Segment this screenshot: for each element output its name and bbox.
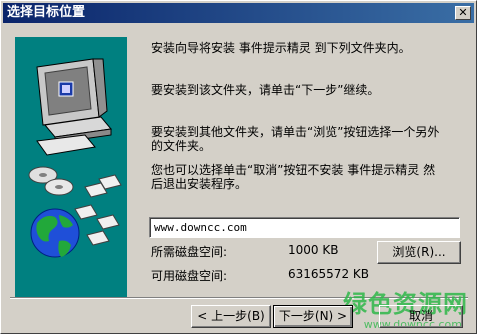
- destination-folder-input[interactable]: www.downcc.com: [149, 217, 460, 238]
- required-space-label: 所需磁盘空间:: [151, 245, 228, 259]
- cancel-text-line1: 您也可以选择单击“取消”按钮不安装 事件提示精灵 然: [151, 163, 436, 177]
- browse-button[interactable]: 浏览(R)...: [377, 241, 461, 264]
- close-icon: ✕: [458, 6, 468, 19]
- required-space-value: 1000 KB: [288, 243, 339, 257]
- cancel-button[interactable]: 取消: [379, 305, 463, 328]
- title-bar[interactable]: 选择目标位置 ✕: [3, 3, 474, 23]
- next-button[interactable]: 下一步(N) >: [273, 305, 353, 328]
- intro-text: 安装向导将安装 事件提示精灵 到下列文件夹内。: [151, 41, 411, 55]
- computer-install-icon: [28, 58, 122, 258]
- available-space-label: 可用磁盘空间:: [151, 269, 228, 283]
- setup-dialog: 选择目标位置 ✕ 安装向导将安装 事件提示精灵 到下列文件夹内。 要安装到该文件…: [0, 0, 477, 334]
- available-space-value: 63165572 KB: [288, 267, 369, 281]
- close-button[interactable]: ✕: [455, 6, 471, 20]
- wizard-illustration: [15, 37, 127, 297]
- browse-text-line2: 的文件夹。: [151, 139, 212, 153]
- continue-text: 要安装到该文件夹，请单击“下一步”继续。: [151, 83, 380, 97]
- cancel-text-line2: 后退出安装程序。: [151, 177, 248, 191]
- browse-text-line1: 要安装到其他文件夹，请单击“浏览”按钮选择一个另外: [151, 125, 440, 139]
- window-title: 选择目标位置: [7, 5, 86, 20]
- back-button[interactable]: < 上一步(B): [191, 305, 271, 328]
